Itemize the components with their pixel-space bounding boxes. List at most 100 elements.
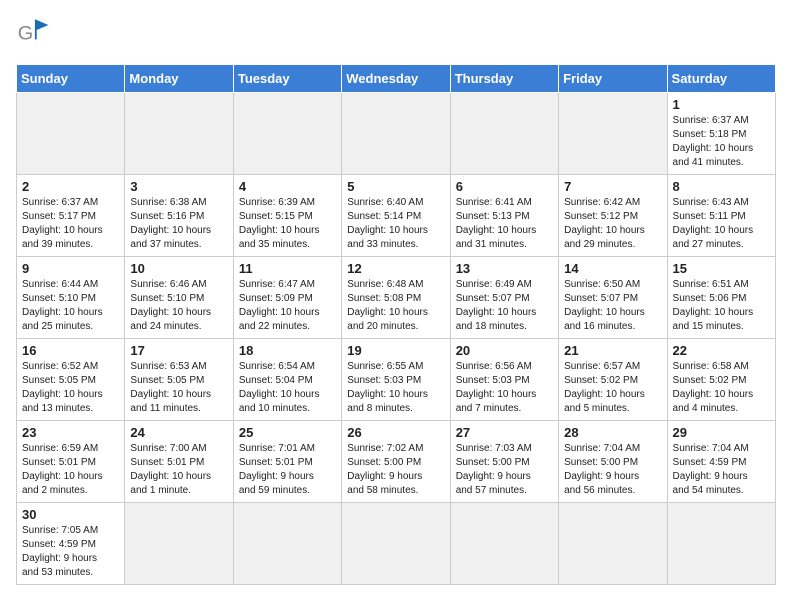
day-number: 19 [347,343,444,358]
cell-info: Sunrise: 7:04 AM Sunset: 5:00 PM Dayligh… [564,442,661,498]
cell-info: Sunrise: 6:54 AM Sunset: 5:04 PM Dayligh… [239,360,336,416]
weekday-header-row: SundayMondayTuesdayWednesdayThursdayFrid… [17,65,776,93]
cell-info: Sunrise: 6:44 AM Sunset: 5:10 PM Dayligh… [22,278,119,334]
calendar-cell: 22 Sunrise: 6:58 AM Sunset: 5:02 PM Dayli… [667,339,775,421]
cell-info: Sunrise: 6:39 AM Sunset: 5:15 PM Dayligh… [239,196,336,252]
calendar-cell: 17 Sunrise: 6:53 AM Sunset: 5:05 PM Dayli… [125,339,233,421]
calendar-cell: 14 Sunrise: 6:50 AM Sunset: 5:07 PM Dayli… [559,257,667,339]
cell-info: Sunrise: 6:56 AM Sunset: 5:03 PM Dayligh… [456,360,553,416]
day-number: 1 [673,97,770,112]
calendar-cell: 1 Sunrise: 6:37 AM Sunset: 5:18 PM Daylig… [667,93,775,175]
cell-info: Sunrise: 6:48 AM Sunset: 5:08 PM Dayligh… [347,278,444,334]
week-row-3: 16Sunrise: 6:52 AM Sunset: 5:05 PM Dayli… [17,339,776,421]
header: G [16,16,776,52]
calendar-cell: 28 Sunrise: 7:04 AM Sunset: 5:00 PM Dayli… [559,421,667,503]
calendar-cell: 8 Sunrise: 6:43 AM Sunset: 5:11 PM Daylig… [667,175,775,257]
day-number: 29 [673,425,770,440]
calendar-cell: 6 Sunrise: 6:41 AM Sunset: 5:13 PM Daylig… [450,175,558,257]
cell-info: Sunrise: 6:55 AM Sunset: 5:03 PM Dayligh… [347,360,444,416]
day-number: 17 [130,343,227,358]
day-number: 12 [347,261,444,276]
day-number: 11 [239,261,336,276]
logo: G [16,16,58,52]
cell-info: Sunrise: 6:50 AM Sunset: 5:07 PM Dayligh… [564,278,661,334]
day-number: 6 [456,179,553,194]
calendar-cell: 7 Sunrise: 6:42 AM Sunset: 5:12 PM Daylig… [559,175,667,257]
day-number: 10 [130,261,227,276]
calendar-cell [559,93,667,175]
calendar-cell [342,503,450,585]
calendar-cell: 13 Sunrise: 6:49 AM Sunset: 5:07 PM Dayli… [450,257,558,339]
calendar-cell [125,93,233,175]
calendar-cell: 3Sunrise: 6:38 AM Sunset: 5:16 PM Daylig… [125,175,233,257]
cell-info: Sunrise: 6:43 AM Sunset: 5:11 PM Dayligh… [673,196,770,252]
calendar-cell: 18 Sunrise: 6:54 AM Sunset: 5:04 PM Dayli… [233,339,341,421]
day-number: 4 [239,179,336,194]
cell-info: Sunrise: 6:37 AM Sunset: 5:18 PM Dayligh… [673,114,770,170]
calendar: SundayMondayTuesdayWednesdayThursdayFrid… [16,64,776,585]
calendar-cell: 23Sunrise: 6:59 AM Sunset: 5:01 PM Dayli… [17,421,125,503]
cell-info: Sunrise: 6:46 AM Sunset: 5:10 PM Dayligh… [130,278,227,334]
calendar-cell: 11Sunrise: 6:47 AM Sunset: 5:09 PM Dayli… [233,257,341,339]
cell-info: Sunrise: 6:52 AM Sunset: 5:05 PM Dayligh… [22,360,119,416]
day-number: 22 [673,343,770,358]
day-number: 30 [22,507,119,522]
cell-info: Sunrise: 6:58 AM Sunset: 5:02 PM Dayligh… [673,360,770,416]
cell-info: Sunrise: 6:42 AM Sunset: 5:12 PM Dayligh… [564,196,661,252]
cell-info: Sunrise: 7:00 AM Sunset: 5:01 PM Dayligh… [130,442,227,498]
calendar-cell: 27Sunrise: 7:03 AM Sunset: 5:00 PM Dayli… [450,421,558,503]
calendar-cell: 10 Sunrise: 6:46 AM Sunset: 5:10 PM Dayli… [125,257,233,339]
week-row-5: 30Sunrise: 7:05 AM Sunset: 4:59 PM Dayli… [17,503,776,585]
cell-info: Sunrise: 6:37 AM Sunset: 5:17 PM Dayligh… [22,196,119,252]
calendar-cell: 9 Sunrise: 6:44 AM Sunset: 5:10 PM Daylig… [17,257,125,339]
day-number: 25 [239,425,336,440]
calendar-cell [17,93,125,175]
calendar-cell: 5Sunrise: 6:40 AM Sunset: 5:14 PM Daylig… [342,175,450,257]
cell-info: Sunrise: 6:51 AM Sunset: 5:06 PM Dayligh… [673,278,770,334]
day-number: 23 [22,425,119,440]
day-number: 13 [456,261,553,276]
day-number: 3 [130,179,227,194]
logo-icon: G [16,16,52,52]
weekday-tuesday: Tuesday [233,65,341,93]
weekday-monday: Monday [125,65,233,93]
calendar-cell [667,503,775,585]
weekday-thursday: Thursday [450,65,558,93]
day-number: 8 [673,179,770,194]
day-number: 9 [22,261,119,276]
calendar-cell: 25 Sunrise: 7:01 AM Sunset: 5:01 PM Dayli… [233,421,341,503]
calendar-cell: 30Sunrise: 7:05 AM Sunset: 4:59 PM Dayli… [17,503,125,585]
calendar-cell: 29 Sunrise: 7:04 AM Sunset: 4:59 PM Dayli… [667,421,775,503]
day-number: 7 [564,179,661,194]
weekday-friday: Friday [559,65,667,93]
cell-info: Sunrise: 7:02 AM Sunset: 5:00 PM Dayligh… [347,442,444,498]
day-number: 28 [564,425,661,440]
calendar-cell [450,503,558,585]
calendar-cell: 26 Sunrise: 7:02 AM Sunset: 5:00 PM Dayli… [342,421,450,503]
weekday-saturday: Saturday [667,65,775,93]
cell-info: Sunrise: 7:04 AM Sunset: 4:59 PM Dayligh… [673,442,770,498]
calendar-cell [342,93,450,175]
cell-info: Sunrise: 7:01 AM Sunset: 5:01 PM Dayligh… [239,442,336,498]
calendar-cell: 21Sunrise: 6:57 AM Sunset: 5:02 PM Dayli… [559,339,667,421]
day-number: 15 [673,261,770,276]
cell-info: Sunrise: 6:57 AM Sunset: 5:02 PM Dayligh… [564,360,661,416]
calendar-cell [125,503,233,585]
week-row-2: 9 Sunrise: 6:44 AM Sunset: 5:10 PM Daylig… [17,257,776,339]
day-number: 24 [130,425,227,440]
day-number: 27 [456,425,553,440]
calendar-cell: 24 Sunrise: 7:00 AM Sunset: 5:01 PM Dayli… [125,421,233,503]
cell-info: Sunrise: 6:41 AM Sunset: 5:13 PM Dayligh… [456,196,553,252]
weekday-sunday: Sunday [17,65,125,93]
weekday-wednesday: Wednesday [342,65,450,93]
calendar-cell: 4 Sunrise: 6:39 AM Sunset: 5:15 PM Daylig… [233,175,341,257]
calendar-header: SundayMondayTuesdayWednesdayThursdayFrid… [17,65,776,93]
day-number: 18 [239,343,336,358]
cell-info: Sunrise: 6:40 AM Sunset: 5:14 PM Dayligh… [347,196,444,252]
day-number: 26 [347,425,444,440]
svg-text:G: G [18,22,33,44]
cell-info: Sunrise: 6:53 AM Sunset: 5:05 PM Dayligh… [130,360,227,416]
calendar-cell [233,503,341,585]
day-number: 14 [564,261,661,276]
cell-info: Sunrise: 6:49 AM Sunset: 5:07 PM Dayligh… [456,278,553,334]
